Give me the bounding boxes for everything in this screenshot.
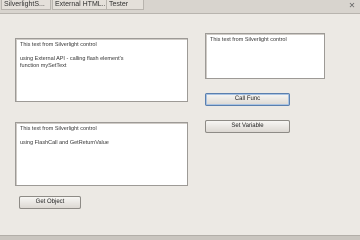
- text-line: This text from Silverlight control: [20, 42, 97, 48]
- text-line: This text from Silverlight control: [20, 126, 97, 132]
- tab-bar: SilverlightS... External HTML... Tester …: [0, 0, 360, 14]
- text-area-bottom-left[interactable]: This text from Silverlight control using…: [15, 122, 188, 186]
- tab-3[interactable]: Tester: [106, 0, 144, 10]
- close-icon[interactable]: ✕: [347, 1, 357, 10]
- text-line: This text from Silverlight control: [210, 37, 287, 43]
- tab-1[interactable]: SilverlightS...: [1, 0, 51, 10]
- status-strip: [0, 235, 360, 240]
- text-line: using FlashCall and GetReturnValue: [20, 140, 109, 146]
- tab-2[interactable]: External HTML...: [52, 0, 108, 10]
- text-line: function mySetText: [20, 63, 67, 69]
- text-area-right[interactable]: This text from Silverlight control: [205, 33, 325, 79]
- get-object-button[interactable]: Get Object: [19, 196, 81, 209]
- text-area-top-left[interactable]: This text from Silverlight control using…: [15, 38, 188, 102]
- text-line: using External API - calling flash eleme…: [20, 56, 124, 62]
- call-func-button[interactable]: Call Func: [205, 93, 290, 106]
- set-variable-button[interactable]: Set Variable: [205, 120, 290, 133]
